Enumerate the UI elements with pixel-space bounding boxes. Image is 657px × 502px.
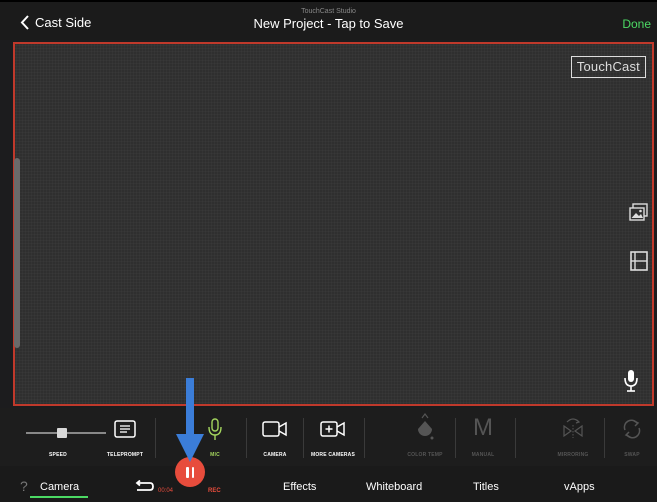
- color-temp-button[interactable]: COLOR TEMP: [400, 408, 450, 466]
- speed-label: SPEED: [49, 452, 67, 458]
- side-drawer-handle[interactable]: [14, 158, 20, 348]
- divider: [364, 418, 365, 458]
- undo-icon[interactable]: [134, 480, 154, 492]
- divider: [303, 418, 304, 458]
- color-temp-icon: [418, 413, 434, 440]
- chevron-left-icon: [20, 15, 29, 30]
- pause-icon-bar: [191, 466, 194, 478]
- mirroring-icon: [563, 418, 583, 438]
- film-strip-icon[interactable]: [628, 250, 650, 272]
- image-gallery-icon[interactable]: [628, 202, 650, 224]
- annotation-arrow-down-icon: [176, 378, 204, 462]
- pause-icon-bar: [186, 466, 189, 478]
- mirroring-button[interactable]: MIRRORING: [548, 408, 598, 466]
- divider: [246, 418, 247, 458]
- tab-whiteboard[interactable]: Whiteboard: [366, 481, 422, 493]
- camera-preview-stage[interactable]: TouchCast: [13, 42, 654, 406]
- camera-controls-bar: SPEED TELEPROMPT MIC CAMERA MORE CAMERAS…: [0, 408, 657, 466]
- tab-vapps[interactable]: vApps: [564, 481, 595, 493]
- active-tab-indicator: [30, 496, 88, 498]
- add-camera-icon: [320, 421, 345, 437]
- teleprompt-button[interactable]: TELEPROMPT: [100, 408, 150, 466]
- done-button[interactable]: Done: [622, 17, 651, 31]
- touchcast-logo: TouchCast: [570, 56, 646, 78]
- manual-label: MANUAL: [471, 452, 495, 458]
- divider: [515, 418, 516, 458]
- swap-button[interactable]: SWAP: [608, 408, 656, 466]
- more-cameras-label: MORE CAMERAS: [310, 452, 356, 458]
- video-camera-icon: [262, 421, 287, 437]
- help-button[interactable]: ?: [20, 478, 28, 494]
- project-title: New Project - Tap to Save: [253, 16, 404, 31]
- back-button-label: Cast Side: [35, 15, 92, 30]
- recording-timer: 00:04: [158, 488, 174, 494]
- rec-label: REC: [208, 488, 221, 494]
- app-name: TouchCast Studio: [301, 8, 356, 15]
- color-temp-label: COLOR TEMP: [407, 452, 443, 458]
- divider: [604, 418, 605, 458]
- tab-camera[interactable]: Camera: [40, 481, 79, 493]
- divider: [455, 418, 456, 458]
- tab-effects[interactable]: Effects: [283, 481, 316, 493]
- speed-slider-thumb[interactable]: [57, 428, 67, 438]
- tab-titles[interactable]: Titles: [473, 481, 499, 493]
- back-button[interactable]: Cast Side: [20, 15, 91, 30]
- camera-label: CAMERA: [263, 452, 287, 458]
- mic-icon: [208, 418, 222, 440]
- manual-button[interactable]: M MANUAL: [458, 408, 508, 466]
- divider: [155, 418, 156, 458]
- manual-glyph: M: [473, 414, 493, 441]
- teleprompt-icon: [114, 420, 136, 438]
- microphone-icon[interactable]: [622, 368, 640, 394]
- teleprompt-label: TELEPROMPT: [106, 452, 144, 458]
- swap-label: SWAP: [624, 452, 640, 458]
- speed-control[interactable]: SPEED: [10, 408, 106, 466]
- project-title-button[interactable]: TouchCast Studio New Project - Tap to Sa…: [200, 8, 457, 31]
- camera-button[interactable]: CAMERA: [252, 408, 298, 466]
- more-cameras-button[interactable]: MORE CAMERAS: [305, 408, 361, 466]
- swap-icon: [623, 419, 641, 439]
- bottom-tab-bar: ? Camera 00:04 REC Effects Whiteboard Ti…: [0, 466, 657, 502]
- top-bar: Cast Side TouchCast Studio New Project -…: [0, 0, 657, 40]
- mirroring-label: MIRRORING: [557, 452, 589, 458]
